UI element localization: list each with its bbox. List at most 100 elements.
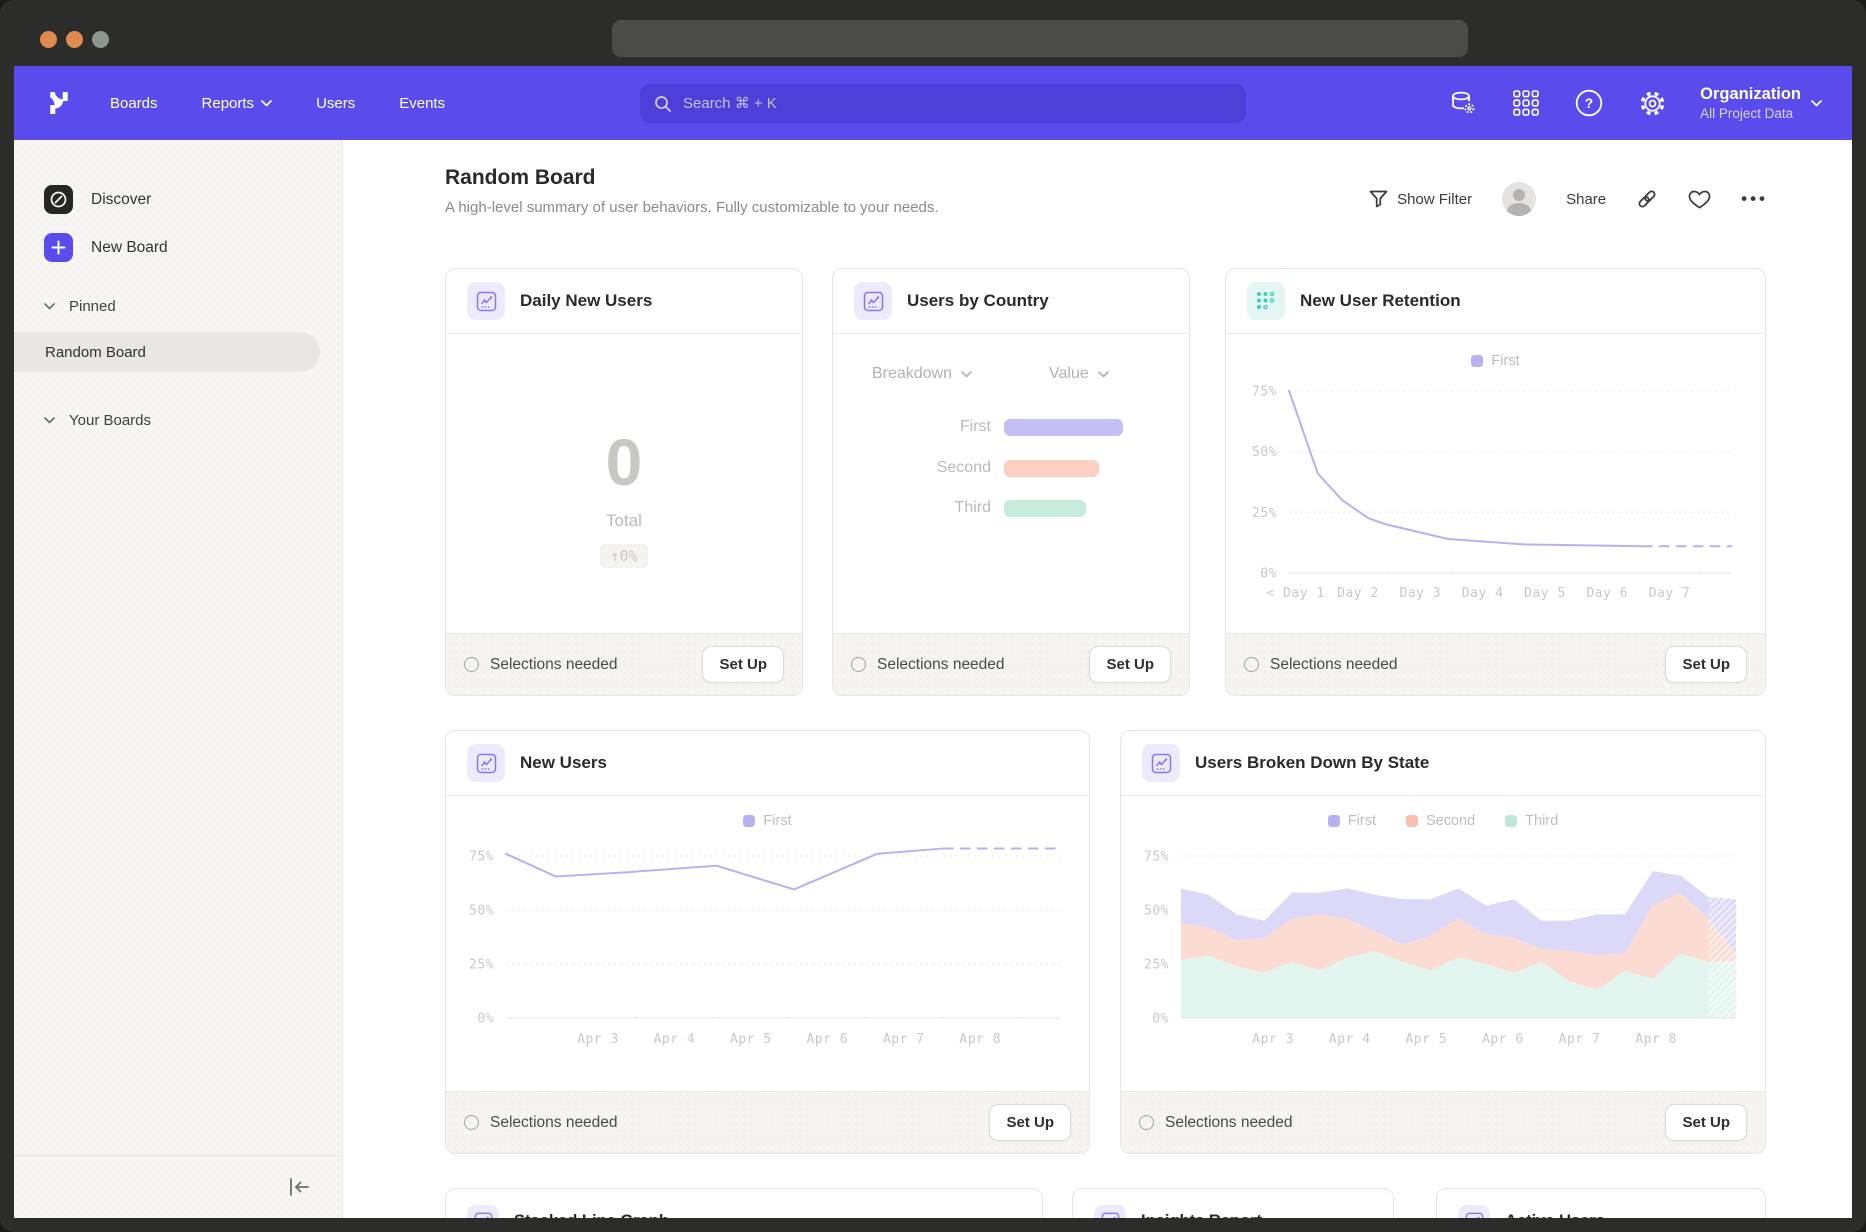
chart-legend: First (1226, 353, 1765, 369)
chart-legend: FirstSecondThird (1121, 813, 1765, 829)
sidebar-section-your-boards[interactable]: Your Boards (44, 412, 151, 429)
set-up-button[interactable]: Set Up (702, 646, 784, 683)
svg-text:Day 5: Day 5 (1524, 586, 1566, 601)
card-footer: Selections needed Set Up (1226, 633, 1765, 695)
sidebar-item-random-board[interactable]: Random Board (14, 332, 320, 372)
search-icon (654, 95, 672, 113)
apps-grid-icon[interactable] (1511, 88, 1541, 118)
set-up-button[interactable]: Set Up (1089, 646, 1171, 683)
page-subtitle: A high-level summary of user behaviors. … (445, 199, 939, 216)
set-up-button[interactable]: Set Up (1665, 646, 1747, 683)
breakdown-dropdown[interactable]: Breakdown (872, 365, 972, 383)
navbar-right: ? Organization All Project Data (1448, 66, 1822, 140)
favorite-button[interactable] (1688, 189, 1711, 210)
sidebar-section-pinned[interactable]: Pinned (44, 298, 116, 315)
bar-row: Second (833, 458, 1099, 478)
window-close-button[interactable] (40, 31, 57, 48)
sidebar: Discover New Board Pinned Random Board Y… (14, 140, 343, 1218)
svg-text:Apr 7: Apr 7 (883, 1032, 925, 1047)
svg-text:0%: 0% (477, 1012, 494, 1027)
card-title: Daily New Users (520, 291, 652, 311)
svg-text:75%: 75% (1252, 384, 1277, 399)
line-chart-icon (467, 282, 505, 320)
bar-label: Second (833, 459, 1004, 477)
status-circle-icon (464, 1115, 479, 1130)
legend-item: First (1328, 813, 1376, 829)
window-controls (40, 31, 109, 48)
status-label: Selections needed (490, 1114, 618, 1132)
data-management-icon[interactable] (1448, 88, 1478, 118)
set-up-button[interactable]: Set Up (989, 1104, 1071, 1141)
sidebar-item-new-board[interactable]: New Board (44, 233, 168, 262)
card-header: Users by Country (833, 269, 1189, 334)
svg-text:75%: 75% (1144, 850, 1169, 865)
metric-value: 0 (446, 427, 802, 497)
chevron-down-icon (1098, 371, 1109, 378)
global-search[interactable] (640, 84, 1246, 123)
svg-text:50%: 50% (1144, 904, 1169, 919)
card-header: Insights Report (1073, 1189, 1393, 1218)
org-name: Organization (1700, 84, 1801, 105)
svg-text:50%: 50% (1252, 445, 1277, 460)
card-title: Users by Country (907, 291, 1049, 311)
svg-text:0%: 0% (1152, 1012, 1169, 1027)
card-status: Selections needed (464, 656, 618, 674)
help-icon[interactable]: ? (1574, 88, 1604, 118)
svg-text:Apr 6: Apr 6 (806, 1032, 848, 1047)
sidebar-item-discover[interactable]: Discover (44, 185, 151, 214)
nav-item-boards[interactable]: Boards (110, 95, 158, 112)
svg-text:25%: 25% (1252, 506, 1277, 521)
nav-item-reports[interactable]: Reports (202, 95, 273, 112)
status-label: Selections needed (490, 656, 618, 674)
window-zoom-button[interactable] (92, 31, 109, 48)
value-dropdown[interactable]: Value (1049, 365, 1109, 383)
app-window: Boards Reports Users Events (0, 0, 1866, 1232)
card-new-users: New Users Selections needed Set Up 75%50… (445, 730, 1090, 1154)
browser-url-bar[interactable] (612, 20, 1468, 57)
card-header: Stacked Line Graph (446, 1189, 1042, 1218)
share-button[interactable]: Share (1566, 191, 1606, 208)
card-daily-new-users: Daily New Users 0 Total ↑0% Selections n… (445, 268, 803, 696)
svg-text:Day 3: Day 3 (1399, 586, 1441, 601)
card-status: Selections needed (851, 656, 1005, 674)
top-navbar: Boards Reports Users Events (14, 66, 1852, 140)
section-label: Your Boards (69, 412, 151, 429)
discover-icon (44, 185, 73, 214)
bar-row: First (833, 417, 1123, 437)
set-up-button[interactable]: Set Up (1665, 1104, 1747, 1141)
nav-label: Events (399, 95, 445, 112)
avatar[interactable] (1502, 182, 1536, 216)
legend-swatch-icon (1406, 815, 1418, 827)
svg-text:Day 7: Day 7 (1649, 586, 1691, 601)
bar (1004, 500, 1086, 517)
card-insights-report: Insights Report (1072, 1188, 1394, 1218)
more-options-button[interactable]: ••• (1741, 189, 1768, 209)
svg-text:Apr 4: Apr 4 (654, 1032, 696, 1047)
status-circle-icon (1139, 1115, 1154, 1130)
svg-text:Apr 5: Apr 5 (730, 1032, 772, 1047)
card-header: Daily New Users (446, 269, 802, 334)
status-label: Selections needed (1165, 1114, 1293, 1132)
legend-swatch-icon (1328, 815, 1340, 827)
copy-link-button[interactable] (1636, 188, 1658, 210)
svg-text:< Day 1: < Day 1 (1266, 586, 1324, 601)
show-filter-button[interactable]: Show Filter (1369, 190, 1472, 208)
sidebar-collapse-button[interactable] (284, 1172, 314, 1202)
card-footer: Selections needed Set Up (833, 633, 1189, 695)
window-minimize-button[interactable] (66, 31, 83, 48)
settings-gear-icon[interactable] (1637, 88, 1667, 118)
legend-swatch-icon (1471, 355, 1483, 367)
card-footer: Selections needed Set Up (446, 633, 802, 695)
nav-item-users[interactable]: Users (316, 95, 355, 112)
status-circle-icon (1244, 657, 1259, 672)
org-switcher[interactable]: Organization All Project Data (1700, 84, 1822, 122)
bar-label: Third (833, 499, 1004, 517)
svg-text:75%: 75% (469, 850, 494, 865)
sidebar-footer (14, 1155, 342, 1218)
search-input[interactable] (681, 94, 1232, 113)
page-title: Random Board (445, 166, 939, 190)
svg-text:Apr 5: Apr 5 (1405, 1032, 1447, 1047)
nav-item-events[interactable]: Events (399, 95, 445, 112)
svg-text:?: ? (1585, 96, 1593, 111)
mixpanel-logo-icon[interactable] (44, 88, 74, 118)
